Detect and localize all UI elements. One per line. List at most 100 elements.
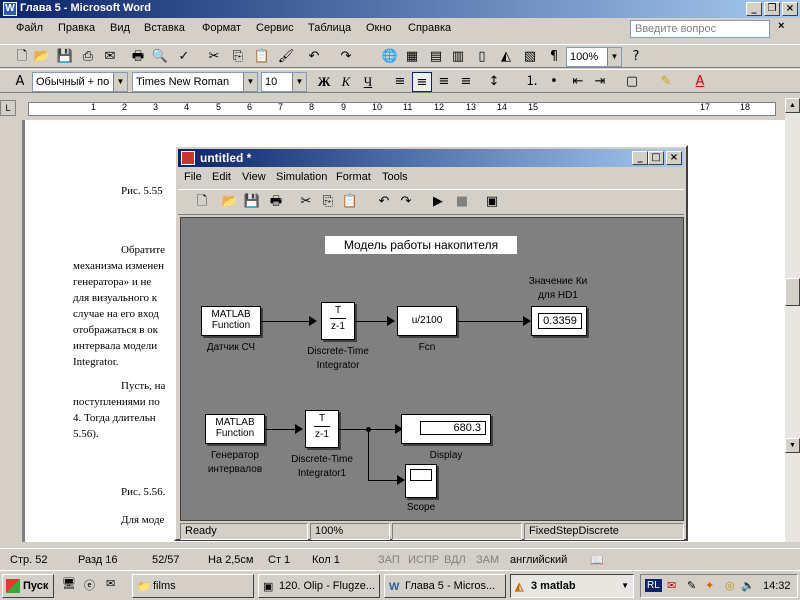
start-simulation-icon[interactable]: ▶	[428, 192, 448, 212]
task-matlab[interactable]: ◭ 3 matlab ▼	[510, 574, 634, 598]
status-ext[interactable]: ВДЛ	[444, 554, 466, 566]
help-icon[interactable]: ?	[626, 47, 646, 67]
show-hide-icon[interactable]: ¶	[544, 47, 564, 67]
scope-block[interactable]	[405, 464, 437, 498]
undo-icon[interactable]: ↶	[374, 192, 394, 212]
cut-icon[interactable]: ✂	[296, 192, 316, 212]
stop-simulation-icon[interactable]: ■	[452, 192, 472, 212]
close-icon[interactable]: ×	[782, 2, 798, 16]
print-icon[interactable]: 🖶	[266, 192, 286, 212]
drawing-icon[interactable]: ◭	[496, 47, 516, 67]
tray-icon[interactable]: ✦	[705, 579, 714, 592]
copy-icon[interactable]: ⎘	[228, 47, 248, 67]
task-word[interactable]: W Глава 5 - Micros...	[384, 574, 506, 598]
fcn-block[interactable]: u/2100	[397, 306, 457, 336]
word-icon[interactable]: W	[3, 2, 17, 16]
permission-icon[interactable]: ⎙	[78, 47, 98, 67]
borders-icon[interactable]: ▢	[622, 72, 642, 92]
underline-button[interactable]: Ч	[358, 72, 378, 92]
font-color-icon[interactable]: A	[690, 72, 710, 92]
tab-selector-icon[interactable]: L	[0, 100, 16, 116]
minimize-icon[interactable]: _	[632, 151, 648, 165]
display-block-1[interactable]: 0.3359	[531, 306, 587, 336]
close-icon[interactable]: ×	[666, 151, 682, 165]
hyperlink-icon[interactable]: 🌐	[380, 47, 400, 67]
clock[interactable]: 14:32	[763, 580, 791, 592]
sim-menu-view[interactable]: View	[242, 171, 266, 183]
undo-icon[interactable]: ↶	[304, 47, 324, 67]
insert-table-icon[interactable]: ▤	[426, 47, 446, 67]
outlook-icon[interactable]: ✉	[106, 577, 115, 590]
bold-button[interactable]: Ж	[314, 72, 334, 92]
model-canvas[interactable]: Модель работы накопителя MATLAB Function…	[180, 217, 684, 521]
matlab-function-block-2[interactable]: MATLAB Function	[205, 414, 265, 444]
library-browser-icon[interactable]: ▣	[482, 192, 502, 212]
highlight-icon[interactable]: ✎	[656, 72, 676, 92]
bullets-icon[interactable]: •	[544, 72, 564, 92]
discrete-integrator-block-1[interactable]: T z-1	[321, 302, 355, 340]
status-ovr[interactable]: ЗАМ	[476, 554, 499, 566]
save-icon[interactable]: 💾	[55, 47, 75, 67]
display-block-2[interactable]: 680.3	[401, 414, 491, 444]
horizontal-ruler[interactable]: L 1 2 3 4 5 6 7 8 9 10 11 12 13 14 15 17 18	[0, 98, 800, 120]
insert-excel-icon[interactable]: ▥	[448, 47, 468, 67]
sim-menu-tools[interactable]: Tools	[382, 171, 408, 183]
menu-item-help[interactable]: Справка	[408, 22, 451, 34]
paste-icon[interactable]: 📋	[340, 192, 360, 212]
justify-icon[interactable]: ≡	[456, 72, 476, 92]
vertical-scrollbar[interactable]: ▲ ▼	[785, 98, 800, 542]
spelling-status-icon[interactable]: 📖	[590, 554, 604, 567]
spelling-icon[interactable]: ✓	[174, 47, 194, 67]
scroll-thumb[interactable]	[785, 278, 800, 306]
numbering-icon[interactable]: ⒈	[522, 72, 542, 92]
speaker-icon[interactable]: 🔈	[741, 579, 755, 592]
sim-menu-format[interactable]: Format	[336, 171, 371, 183]
zoom-select[interactable]: 100% ▼	[566, 47, 622, 67]
maximize-icon[interactable]: □	[648, 151, 664, 165]
menu-item-table[interactable]: Таблица	[308, 22, 351, 34]
size-select[interactable]: 10 ▼	[261, 72, 307, 92]
menu-item-tools[interactable]: Сервис	[256, 22, 294, 34]
menu-item-view[interactable]: Вид	[110, 22, 130, 34]
print-icon[interactable]: 🖶	[128, 47, 148, 67]
style-select[interactable]: Обычный + по ц ▼	[32, 72, 128, 92]
menu-item-file[interactable]: Файл	[16, 22, 43, 34]
tray-icon[interactable]: ◎	[725, 579, 735, 592]
print-preview-icon[interactable]: 🔍	[150, 47, 170, 67]
scroll-down-icon[interactable]: ▼	[785, 438, 800, 453]
start-button[interactable]: Пуск	[2, 574, 54, 598]
ie-icon[interactable]: ⓔ	[84, 577, 95, 593]
task-films[interactable]: 📁 films	[132, 574, 254, 598]
redo-icon[interactable]: ↷	[336, 47, 356, 67]
language-indicator[interactable]: RL	[645, 579, 662, 592]
email-icon[interactable]: ✉	[100, 47, 120, 67]
menu-item-format[interactable]: Формат	[202, 22, 241, 34]
decrease-indent-icon[interactable]: ⇤	[568, 72, 588, 92]
menu-item-edit[interactable]: Правка	[58, 22, 95, 34]
tray-icon[interactable]: ✉	[667, 579, 676, 592]
tray-icon[interactable]: ✎	[687, 579, 696, 592]
doc-close-icon[interactable]: ×	[778, 20, 784, 32]
styles-icon[interactable]: A	[10, 72, 30, 92]
paste-icon[interactable]: 📋	[252, 47, 272, 67]
increase-indent-icon[interactable]: ⇥	[590, 72, 610, 92]
align-right-icon[interactable]: ≡	[434, 72, 454, 92]
desktop-icon[interactable]: 🖥	[62, 577, 76, 590]
minimize-icon[interactable]: _	[746, 2, 762, 16]
sim-menu-simulation[interactable]: Simulation	[276, 171, 327, 183]
scroll-up-icon[interactable]: ▲	[785, 98, 800, 113]
document-map-icon[interactable]: ▧	[520, 47, 540, 67]
line-spacing-icon[interactable]: ↕	[484, 72, 504, 92]
maximize-icon[interactable]: ❐	[764, 2, 780, 16]
italic-button[interactable]: К	[336, 72, 356, 92]
matlab-function-block-1[interactable]: MATLAB Function	[201, 306, 261, 336]
menu-item-insert[interactable]: Вставка	[144, 22, 185, 34]
copy-icon[interactable]: ⎘	[318, 192, 338, 212]
align-left-icon[interactable]: ≡	[390, 72, 410, 92]
align-center-icon[interactable]: ≡	[412, 72, 432, 92]
new-model-icon[interactable]: 🗋	[192, 192, 212, 212]
task-olip[interactable]: ▣ 120. Olip - Flugze...	[258, 574, 380, 598]
tables-borders-icon[interactable]: ▦	[402, 47, 422, 67]
new-doc-icon[interactable]: 🗋	[12, 47, 32, 67]
help-search-input[interactable]: Введите вопрос	[630, 20, 770, 38]
